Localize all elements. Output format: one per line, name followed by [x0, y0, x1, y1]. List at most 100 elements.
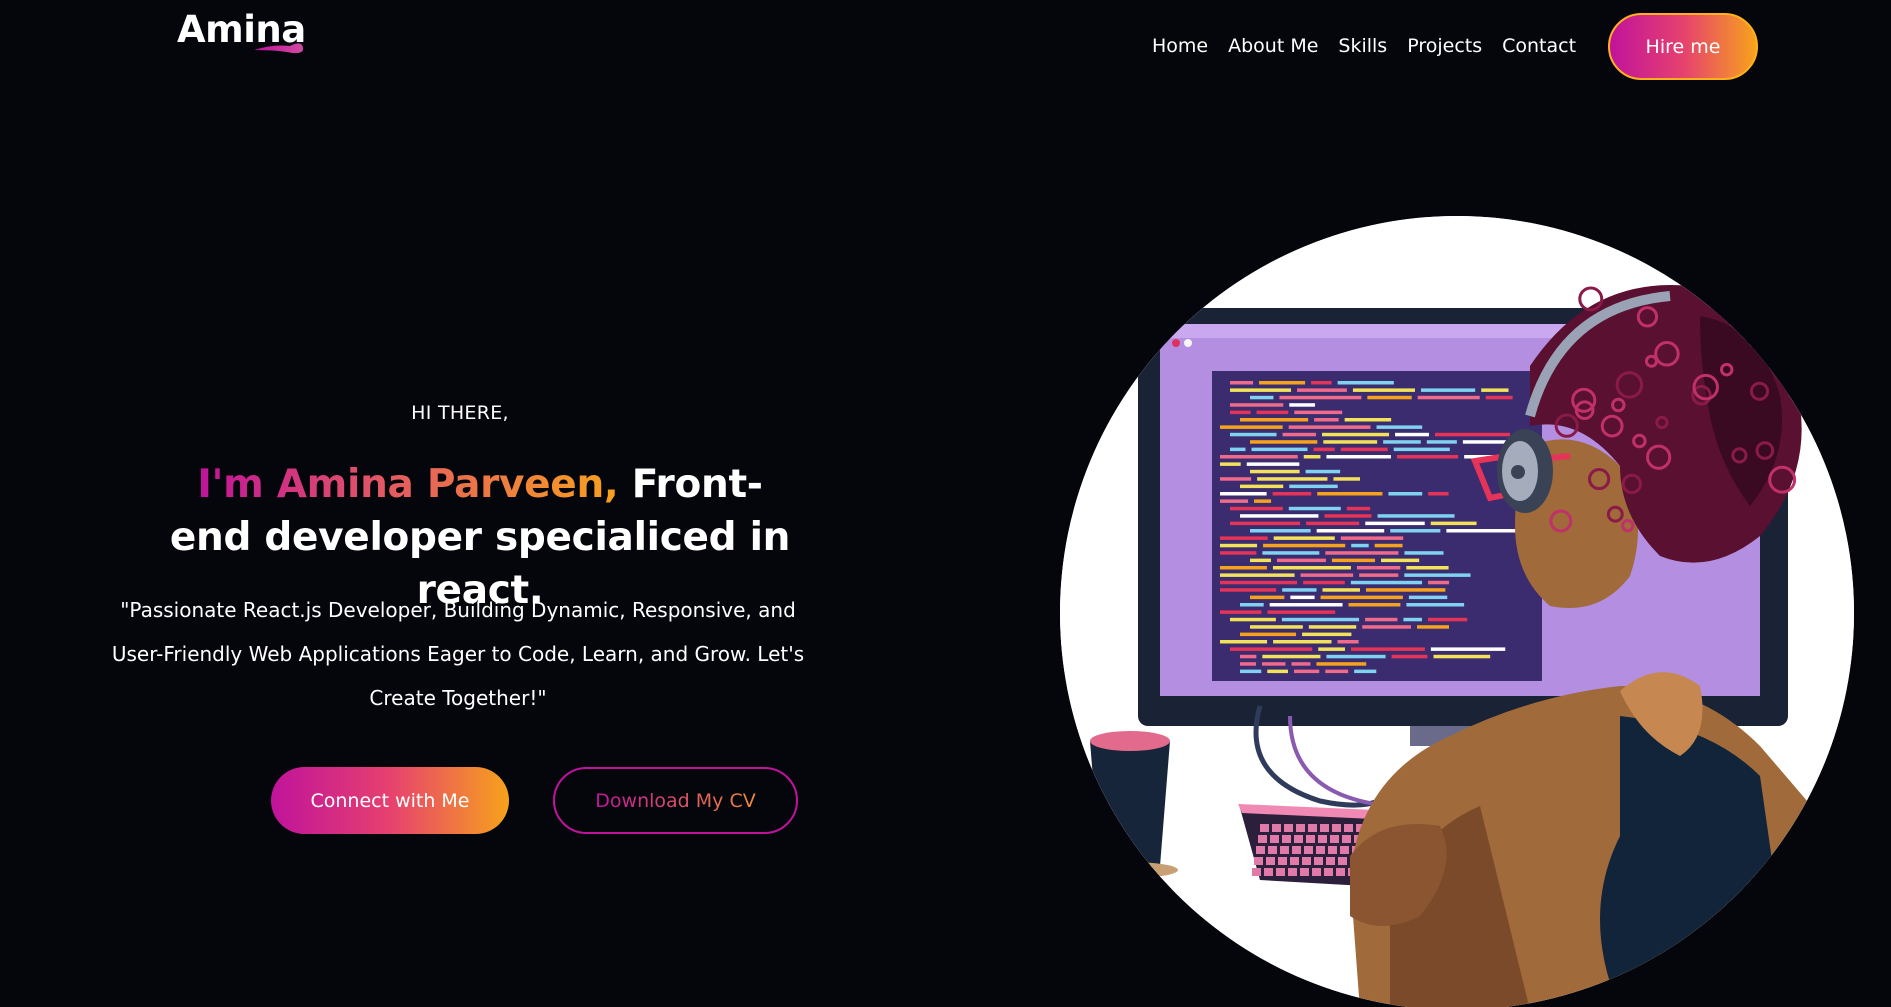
code-line-segment [1362, 625, 1412, 629]
keyboard-key [1282, 835, 1291, 843]
code-line-segment [1323, 440, 1378, 444]
keyboard-key [1314, 857, 1323, 865]
hair-curl [1703, 291, 1718, 305]
nav-projects[interactable]: Projects [1407, 34, 1482, 58]
code-line-segment [1300, 573, 1354, 577]
code-line-segment [1262, 654, 1321, 659]
code-line-segment [1396, 455, 1459, 459]
nav-skills[interactable]: Skills [1338, 34, 1387, 58]
keyboard-key [1296, 824, 1305, 832]
code-line-segment [1428, 492, 1449, 496]
code-line-segment [1404, 573, 1471, 577]
code-line-segment [1388, 492, 1423, 496]
developer-illustration [1060, 216, 1854, 1007]
code-line-segment [1267, 669, 1288, 674]
code-line-segment [1220, 566, 1267, 570]
keyboard-key [1272, 824, 1281, 832]
code-line-segment [1250, 440, 1318, 444]
code-line-segment [1340, 447, 1388, 452]
code-line-segment [1220, 455, 1298, 459]
code-line-segment [1230, 410, 1251, 415]
code-line-segment [1420, 388, 1476, 392]
nav-contact[interactable]: Contact [1502, 34, 1576, 58]
keyboard-key [1318, 835, 1327, 843]
code-line-segment [1269, 603, 1343, 607]
code-line-segment [1390, 529, 1441, 533]
code-line-segment [1326, 654, 1386, 659]
code-line-segment [1406, 603, 1465, 607]
code-line-segment [1230, 617, 1276, 622]
keyboard-key [1344, 824, 1353, 832]
keyboard-key [1258, 835, 1267, 843]
code-line-segment [1391, 654, 1428, 659]
code-line-segment [1240, 662, 1256, 666]
code-line-segment [1297, 388, 1347, 392]
code-line-segment [1322, 588, 1360, 592]
code-line-segment [1325, 669, 1349, 674]
code-line-segment [1267, 610, 1336, 614]
code-line-segment [1350, 580, 1423, 585]
code-line-segment [1279, 395, 1362, 400]
code-line-segment [1220, 536, 1268, 540]
code-line-segment [1324, 514, 1372, 518]
keyboard-key [1280, 846, 1289, 854]
code-line-segment [1250, 558, 1271, 563]
code-line-segment [1220, 499, 1249, 503]
keyboard-key [1256, 846, 1265, 854]
hire-me-button[interactable]: Hire me [1608, 13, 1758, 80]
code-line-segment [1240, 669, 1262, 674]
code-line-segment [1240, 632, 1297, 637]
code-line-segment [1340, 536, 1404, 540]
code-line-segment [1314, 418, 1339, 422]
keyboard-key [1292, 846, 1301, 854]
keyboard-key [1316, 846, 1325, 854]
code-line-segment [1257, 477, 1328, 481]
code-line-segment [1350, 647, 1425, 651]
code-line-segment [1220, 551, 1257, 555]
code-line-segment [1230, 506, 1283, 511]
code-line-segment [1288, 506, 1341, 511]
code-line-segment [1313, 447, 1335, 452]
keyboard-key [1324, 868, 1333, 876]
code-line-segment [1289, 403, 1316, 407]
code-line-segment [1359, 573, 1399, 577]
code-line-segment [1272, 492, 1312, 496]
code-line-segment [1316, 529, 1385, 533]
code-line-segment [1352, 388, 1415, 392]
keyboard-key [1338, 857, 1347, 865]
keyboard-key [1294, 835, 1303, 843]
keyboard-key [1252, 868, 1261, 876]
keyboard-key [1336, 868, 1345, 876]
code-line-segment [1303, 580, 1345, 585]
code-line-segment [1433, 654, 1491, 659]
keyboard-key [1290, 857, 1299, 865]
code-line-segment [1331, 558, 1376, 563]
code-line-segment [1311, 381, 1332, 385]
code-line-segment [1337, 381, 1394, 385]
download-cv-button[interactable]: Download My CV [553, 767, 798, 834]
code-line-segment [1326, 455, 1391, 459]
code-line-segment [1303, 455, 1321, 459]
code-line-segment [1348, 603, 1401, 607]
code-line-segment [1325, 551, 1399, 555]
nav-home[interactable]: Home [1152, 34, 1208, 58]
nav-about-me[interactable]: About Me [1228, 34, 1318, 58]
code-line-segment [1263, 543, 1346, 548]
code-line-segment [1317, 492, 1383, 496]
keyboard-key [1260, 824, 1269, 832]
keyboard-key [1332, 824, 1341, 832]
code-line-segment [1240, 514, 1319, 518]
code-line-segment [1365, 617, 1398, 622]
code-line-segment [1426, 440, 1457, 444]
code-line-segment [1395, 432, 1429, 437]
connect-button[interactable]: Connect with Me [271, 767, 509, 834]
code-line-segment [1318, 647, 1345, 651]
code-line-segment [1220, 477, 1252, 481]
headline-name: I'm Amina Parveen, [197, 462, 619, 507]
greeting: HI THERE, [411, 402, 509, 424]
code-line-segment [1430, 647, 1506, 651]
code-line-segment [1406, 566, 1449, 570]
code-line-segment [1230, 381, 1254, 385]
code-line-segment [1230, 388, 1292, 392]
code-line-segment [1259, 381, 1306, 385]
